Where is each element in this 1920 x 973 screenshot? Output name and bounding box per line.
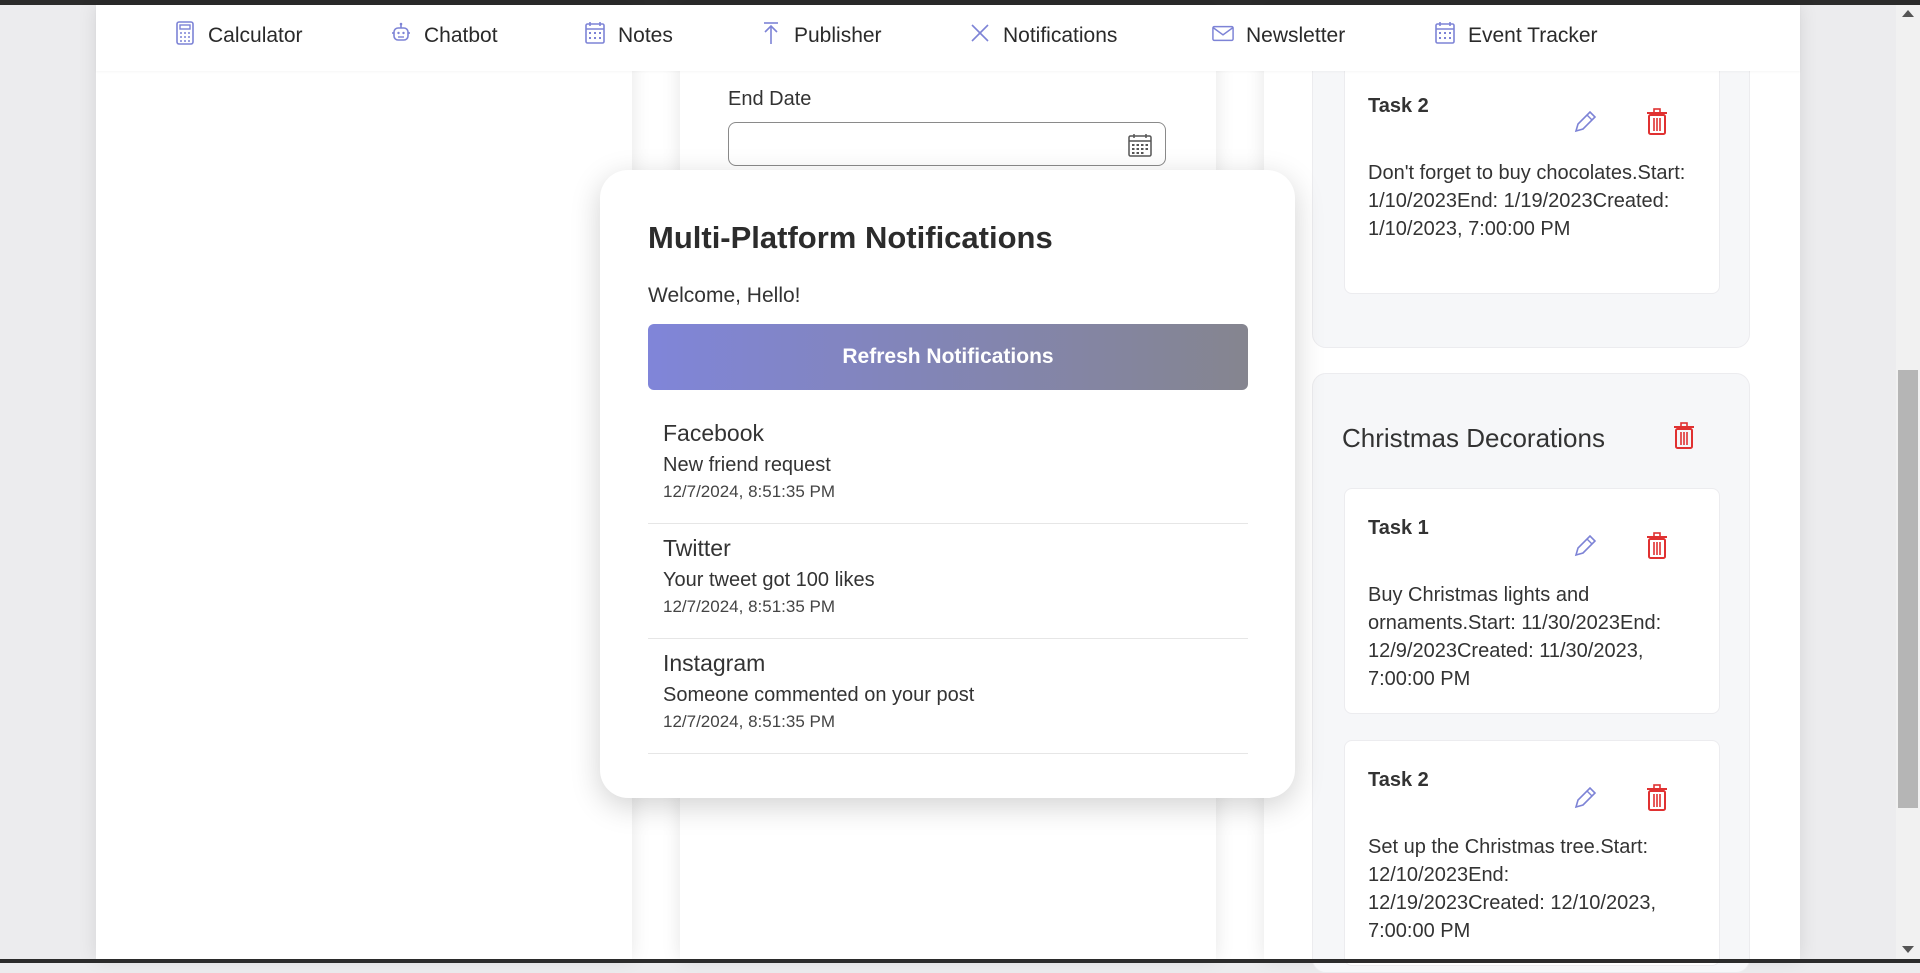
nav-label-event-tracker: Event Tracker <box>1468 24 1598 47</box>
notifications-modal: Multi-Platform Notifications Welcome, He… <box>600 170 1295 798</box>
task-card: Task 2 Set up the Christmas tree.Start: … <box>1344 740 1720 966</box>
nav-item-newsletter[interactable]: Newsletter <box>1212 21 1345 51</box>
task-title: Task 2 <box>1368 769 1429 791</box>
calendar-icon <box>584 20 606 52</box>
calendar-picker-icon[interactable] <box>1126 131 1154 159</box>
task-title: Task 2 <box>1368 95 1429 117</box>
nav-item-event-tracker[interactable]: Event Tracker <box>1434 21 1598 51</box>
task-description: Don't forget to buy chocolates.Start: 1/… <box>1368 162 1686 240</box>
close-x-icon <box>969 20 991 52</box>
upload-arrow-icon <box>760 20 782 52</box>
notification-timestamp: 12/7/2024, 8:51:35 PM <box>663 482 836 501</box>
scroll-up-arrow-icon[interactable] <box>1902 10 1914 17</box>
task-card: Task 2 Don't forget to buy chocolates.St… <box>1344 60 1720 294</box>
task-description: Buy Christmas lights and ornaments.Start… <box>1368 584 1662 690</box>
nav-label-chatbot: Chatbot <box>424 24 498 47</box>
delete-trash-icon[interactable] <box>1643 783 1671 813</box>
scrollbar-thumb[interactable] <box>1898 370 1918 808</box>
notification-platform: Facebook <box>663 420 765 446</box>
nav-item-publisher[interactable]: Publisher <box>760 21 882 51</box>
notification-message: Your tweet got 100 likes <box>663 569 875 591</box>
end-date-input[interactable] <box>728 122 1166 166</box>
edit-pencil-icon[interactable] <box>1571 783 1599 813</box>
notification-timestamp: 12/7/2024, 8:51:35 PM <box>663 712 836 731</box>
nav-item-calculator[interactable]: Calculator <box>174 21 303 51</box>
top-navigation: Calculator Chatbot Notes Publisher Notif… <box>96 5 1800 71</box>
modal-title: Multi-Platform Notifications <box>648 220 1053 255</box>
envelope-icon <box>1212 20 1234 52</box>
task-description: Set up the Christmas tree.Start: 12/10/2… <box>1368 836 1657 942</box>
task-card: Task 1 Buy Christmas lights and ornament… <box>1344 488 1720 714</box>
nav-label-publisher: Publisher <box>794 24 882 47</box>
notification-platform: Twitter <box>663 535 731 561</box>
refresh-notifications-button[interactable]: Refresh Notifications <box>648 324 1248 390</box>
notification-item[interactable]: Twitter Your tweet got 100 likes 12/7/20… <box>648 525 1248 639</box>
delete-group-trash-icon[interactable] <box>1670 421 1698 451</box>
nav-label-notifications: Notifications <box>1003 24 1118 47</box>
delete-trash-icon[interactable] <box>1643 107 1671 137</box>
notification-message: Someone commented on your post <box>663 684 975 706</box>
group-title: Christmas Decorations <box>1342 423 1605 453</box>
window-bottom-bar <box>0 959 1920 963</box>
welcome-text: Welcome, Hello! <box>648 284 801 307</box>
edit-pencil-icon[interactable] <box>1571 531 1599 561</box>
nav-label-newsletter: Newsletter <box>1246 24 1346 47</box>
scroll-down-arrow-icon[interactable] <box>1902 946 1914 953</box>
notification-item[interactable]: Facebook New friend request 12/7/2024, 8… <box>648 410 1248 524</box>
delete-trash-icon[interactable] <box>1643 531 1671 561</box>
notification-timestamp: 12/7/2024, 8:51:35 PM <box>663 597 836 616</box>
nav-item-chatbot[interactable]: Chatbot <box>390 21 498 51</box>
end-date-label: End Date <box>728 88 812 110</box>
nav-label-calculator: Calculator <box>208 24 303 47</box>
notification-message: New friend request <box>663 454 831 476</box>
nav-item-notifications[interactable]: Notifications <box>969 21 1117 51</box>
nav-label-notes: Notes <box>618 24 673 47</box>
nav-item-notes[interactable]: Notes <box>584 21 673 51</box>
calendar-icon <box>1434 20 1456 52</box>
robot-icon <box>390 20 412 52</box>
notification-platform: Instagram <box>663 650 766 676</box>
left-column <box>96 5 632 959</box>
calculator-icon <box>174 20 196 52</box>
notification-item[interactable]: Instagram Someone commented on your post… <box>648 640 1248 754</box>
edit-pencil-icon[interactable] <box>1571 107 1599 137</box>
task-title: Task 1 <box>1368 517 1429 539</box>
